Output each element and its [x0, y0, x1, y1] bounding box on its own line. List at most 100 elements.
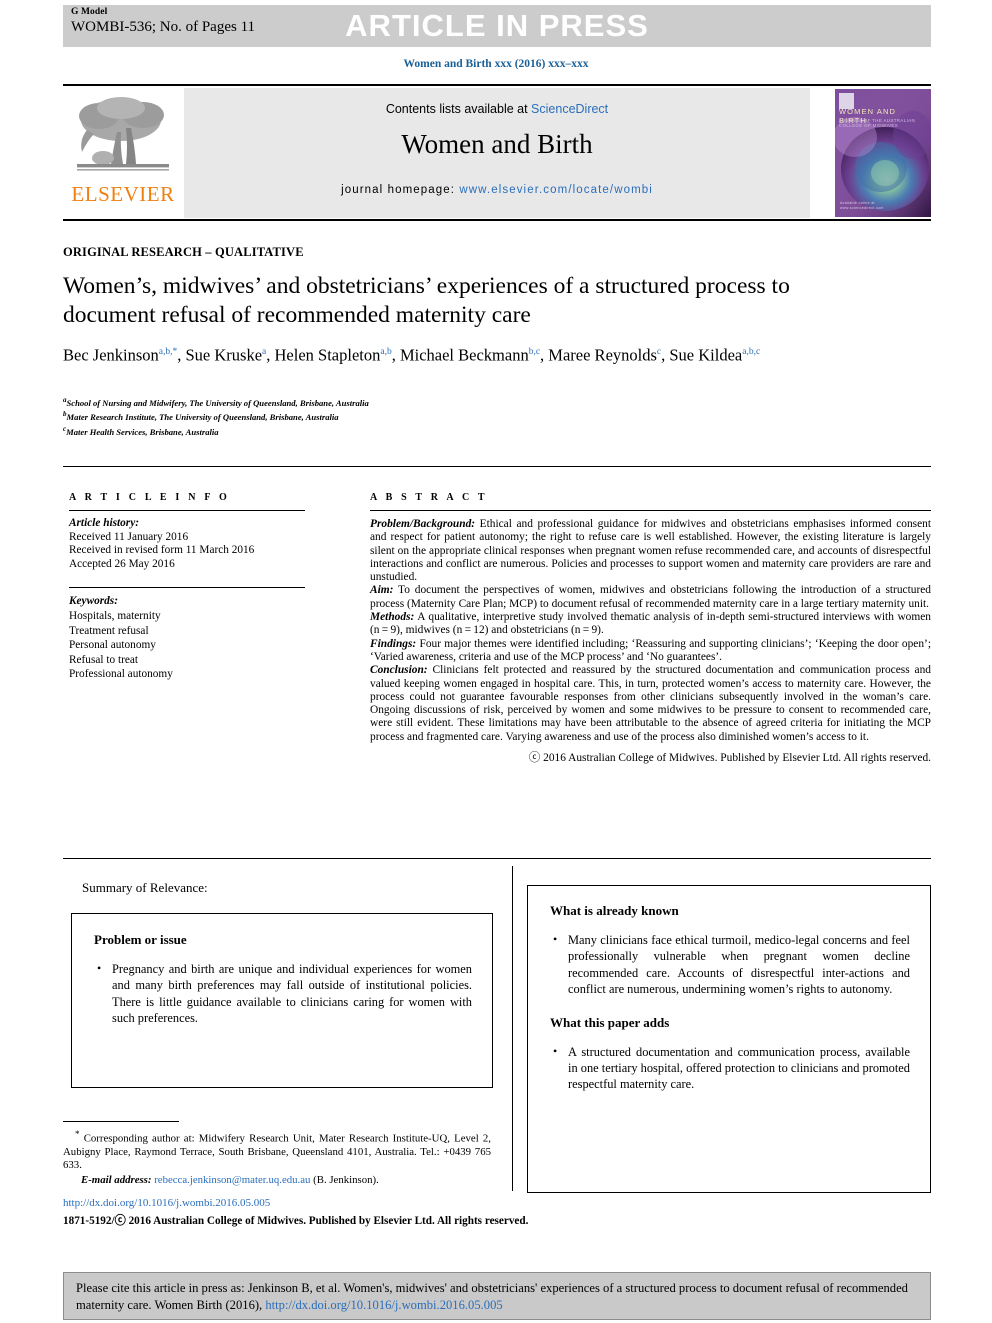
elsevier-wordmark: ELSEVIER [71, 182, 175, 206]
author-name: Michael Beckmann [399, 345, 529, 365]
homepage-label: journal homepage: [341, 184, 460, 196]
affiliation-item: bMater Research Institute, The Universit… [63, 410, 339, 423]
cover-subtitle-text: JOURNAL OF THE AUSTRALIAN COLLEGE OF MID… [839, 118, 916, 128]
keyword-item: Professional autonomy [69, 668, 173, 681]
cover-footer-text: Available online at www.sciencedirect.co… [840, 201, 884, 210]
list-item: Many clinicians face ethical turmoil, me… [550, 931, 910, 998]
abstract-rule [370, 510, 931, 511]
email-address-link[interactable]: rebecca.jenkinson@mater.uq.edu.au [154, 1174, 310, 1186]
what-this-paper-adds-list: A structured documentation and communica… [550, 1043, 910, 1093]
journal-masthead: ELSEVIER Contents lists available at Sci… [63, 84, 931, 221]
sciencedirect-link[interactable]: ScienceDirect [531, 102, 608, 116]
doi-link[interactable]: http://dx.doi.org/10.1016/j.wombi.2016.0… [63, 1197, 270, 1209]
affiliation-marker: a [63, 396, 67, 404]
abstract-section-text: Four major themes were identified includ… [370, 637, 931, 663]
abstract-section-label: Findings: [370, 637, 417, 650]
abstract-section: Findings: Four major themes were identif… [370, 638, 931, 665]
cite-doi-link[interactable]: http://dx.doi.org/10.1016/j.wombi.2016.0… [265, 1298, 502, 1312]
abstract-section-text: A qualitative, interpretive study involv… [370, 611, 931, 637]
article-history-item: Accepted 26 May 2016 [69, 557, 175, 570]
journal-homepage-line: journal homepage: www.elsevier.com/locat… [184, 184, 810, 196]
email-address-label: E-mail address: [81, 1174, 152, 1187]
author-affiliation-marker: a [262, 347, 267, 357]
what-is-already-known-list: Many clinicians face ethical turmoil, me… [550, 931, 910, 998]
cite-this-article-text: Please cite this article in press as: Je… [64, 1273, 930, 1314]
abstract-copyright: ⓒ 2016 Australian College of Midwives. P… [528, 752, 931, 765]
abstract-section-label: Methods: [370, 611, 415, 624]
problem-or-issue-list: Pregnancy and birth are unique and indiv… [94, 960, 472, 1027]
author-affiliation-marker: b,c [528, 347, 541, 357]
article-history-label: Article history: [69, 517, 139, 529]
article-info-heading: A R T I C L E I N F O [69, 492, 230, 503]
article-history-item: Received in revised form 11 March 2016 [69, 544, 255, 557]
email-owner: (B. Jenkinson). [313, 1174, 379, 1187]
abstract-section-text: To document the perspectives of women, m… [370, 584, 931, 610]
issn-copyright-line: 1871-5192/ⓒ 2016 Australian College of M… [63, 1215, 529, 1227]
keywords-label: Keywords: [69, 595, 118, 608]
author-name: Sue Kruske [185, 345, 263, 365]
list-item: A structured documentation and communica… [550, 1043, 910, 1093]
elsevier-tree-icon [77, 97, 169, 171]
contents-prefix: Contents lists available at [385, 102, 532, 116]
affiliation-marker: c [63, 424, 67, 433]
contents-available-line: Contents lists available at ScienceDirec… [184, 102, 810, 116]
affiliation-marker: b [63, 410, 67, 419]
summary-of-relevance-title: Summary of Relevance: [82, 880, 208, 895]
author-affiliation-marker: a,b,* [158, 347, 178, 357]
author-affiliation-marker: c [656, 347, 662, 357]
email-note: E-mail address: rebecca.jenkinson@mater.… [63, 1174, 491, 1187]
list-item: Pregnancy and birth are unique and indiv… [94, 960, 472, 1027]
elsevier-logo: ELSEVIER [67, 94, 179, 212]
article-history-items: Received 11 January 2016 Received in revi… [69, 531, 305, 572]
cite-this-article-box: Please cite this article in press as: Je… [63, 1272, 931, 1320]
affiliation-list: aSchool of Nursing and Midwifery, The Un… [63, 395, 763, 438]
abstract-section: Aim: To document the perspectives of wom… [370, 584, 931, 611]
keyword-item: Hospitals, maternity [69, 609, 161, 622]
abstract-section-text: Clinicians felt protected and reassured … [370, 664, 931, 743]
corresponding-author-note: * Corresponding author at: Midwifery Res… [63, 1128, 491, 1172]
article-info-rule [69, 510, 305, 511]
affiliation-item: cMater Health Services, Brisbane, Austra… [63, 424, 219, 437]
paper-page: G Model WOMBI-536; No. of Pages 11 ARTIC… [0, 0, 992, 1323]
info-band-top-rule [63, 466, 931, 467]
abstract-section-label: Conclusion: [370, 664, 428, 677]
abstract-section: Problem/Background: Ethical and professi… [370, 518, 931, 584]
article-in-press-text: ARTICLE IN PRESS [345, 8, 649, 43]
info-band-bottom-rule [63, 858, 931, 859]
asterisk-icon: * [75, 1129, 80, 1139]
keyword-item: Refusal to treat [69, 653, 139, 666]
journal-title: Women and Birth [401, 129, 593, 159]
author-affiliation-marker: a,b,c [742, 347, 761, 357]
abstract-section-label: Aim: [370, 584, 394, 597]
footnote-rule [63, 1121, 179, 1122]
keywords-items: Hospitals, maternity Treatment refusal Per… [69, 609, 305, 682]
keyword-item: Personal autonomy [69, 639, 156, 652]
keywords-block: Keywords: Hospitals, maternity Treatment … [69, 594, 305, 682]
abstract-section-label: Problem/Background: [370, 518, 476, 530]
problem-or-issue-box: Problem or issue Pregnancy and birth are… [71, 913, 493, 1088]
article-section-type: ORIGINAL RESEARCH – QUALITATIVE [63, 245, 304, 259]
keyword-item: Treatment refusal [69, 624, 149, 637]
what-is-already-known-heading: What is already known [550, 903, 679, 918]
abstract-section: Methods: A qualitative, interpretive stu… [370, 611, 931, 638]
article-info-column: A R T I C L E I N F O Article history: R… [69, 492, 305, 682]
what-this-paper-adds-heading: What this paper adds [550, 1014, 670, 1030]
article-history-block: Article history: Received 11 January 201… [69, 517, 305, 571]
journal-citation-line: Women and Birth xxx (2016) xxx–xxx [403, 58, 589, 70]
keywords-rule [69, 587, 305, 589]
problem-or-issue-heading: Problem or issue [94, 932, 187, 947]
abstract-column: A B S T R A C T Problem/Background: Ethi… [370, 492, 931, 765]
abstract-heading: A B S T R A C T [370, 492, 488, 503]
author-affiliation-marker: a,b [380, 347, 392, 357]
homepage-url-link[interactable]: www.elsevier.com/locate/wombi [459, 184, 653, 196]
known-and-adds-box: What is already known Many clinicians fa… [527, 885, 931, 1193]
footnote-block: * Corresponding author at: Midwifery Res… [63, 1128, 491, 1187]
abstract-section: Conclusion: Clinicians felt protected an… [370, 664, 931, 744]
author-name: Maree Reynolds [548, 345, 657, 365]
author-name: Bec Jenkinson [63, 345, 159, 365]
author-name: Helen Stapleton [274, 345, 381, 365]
summary-column-separator [512, 866, 513, 1191]
affiliation-item: aSchool of Nursing and Midwifery, The Un… [63, 396, 369, 408]
masthead-center-panel: Contents lists available at ScienceDirec… [184, 88, 810, 218]
author-list: Bec Jenkinsona,b,*, Sue Kruskea, Helen S… [63, 345, 761, 365]
